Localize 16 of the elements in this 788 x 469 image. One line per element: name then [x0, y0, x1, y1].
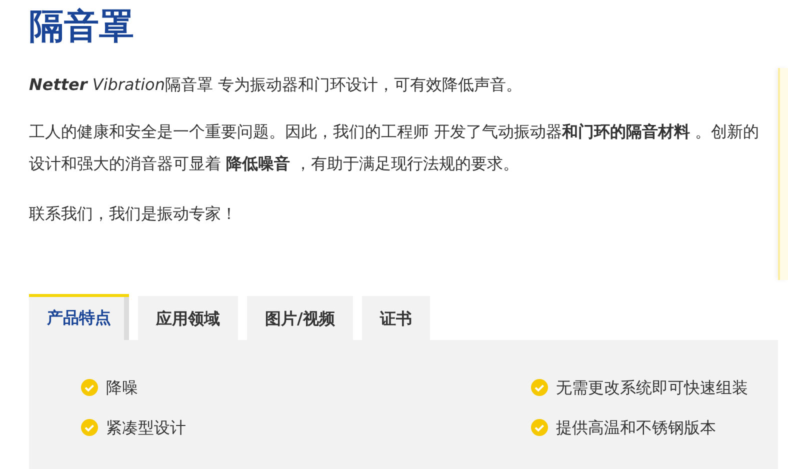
feature-text: 降噪	[106, 377, 138, 399]
check-circle-icon	[531, 419, 548, 436]
check-circle-icon	[81, 419, 98, 436]
intro-text: Netter Vibration隔音罩 专为振动器和门环设计，可有效降低声音。	[29, 74, 524, 96]
page-title: 隔音罩	[29, 6, 135, 49]
feature-text: 无需更改系统即可快速组装	[556, 377, 748, 399]
feature-text: 提供高温和不锈钢版本	[556, 417, 716, 439]
paragraph: 联系我们，我们是振动专家！	[29, 203, 238, 225]
check-circle-icon	[531, 379, 548, 396]
tab[interactable]: 应用领域	[138, 296, 238, 340]
tab[interactable]: 证书	[362, 296, 430, 340]
check-circle-icon	[81, 379, 98, 396]
tab[interactable]: 图片/视频	[247, 296, 353, 340]
feature-text: 紧凑型设计	[106, 417, 186, 439]
tab[interactable]: 产品特点	[29, 294, 129, 340]
paragraph: 工人的健康和安全是一个重要问题。因此，我们的工程师 开发了气动振动器和门环的隔音材料 。创新的设计和强大的消音器可显着 降低噪音 ，有助于满足现行法规的要求。	[29, 121, 760, 175]
